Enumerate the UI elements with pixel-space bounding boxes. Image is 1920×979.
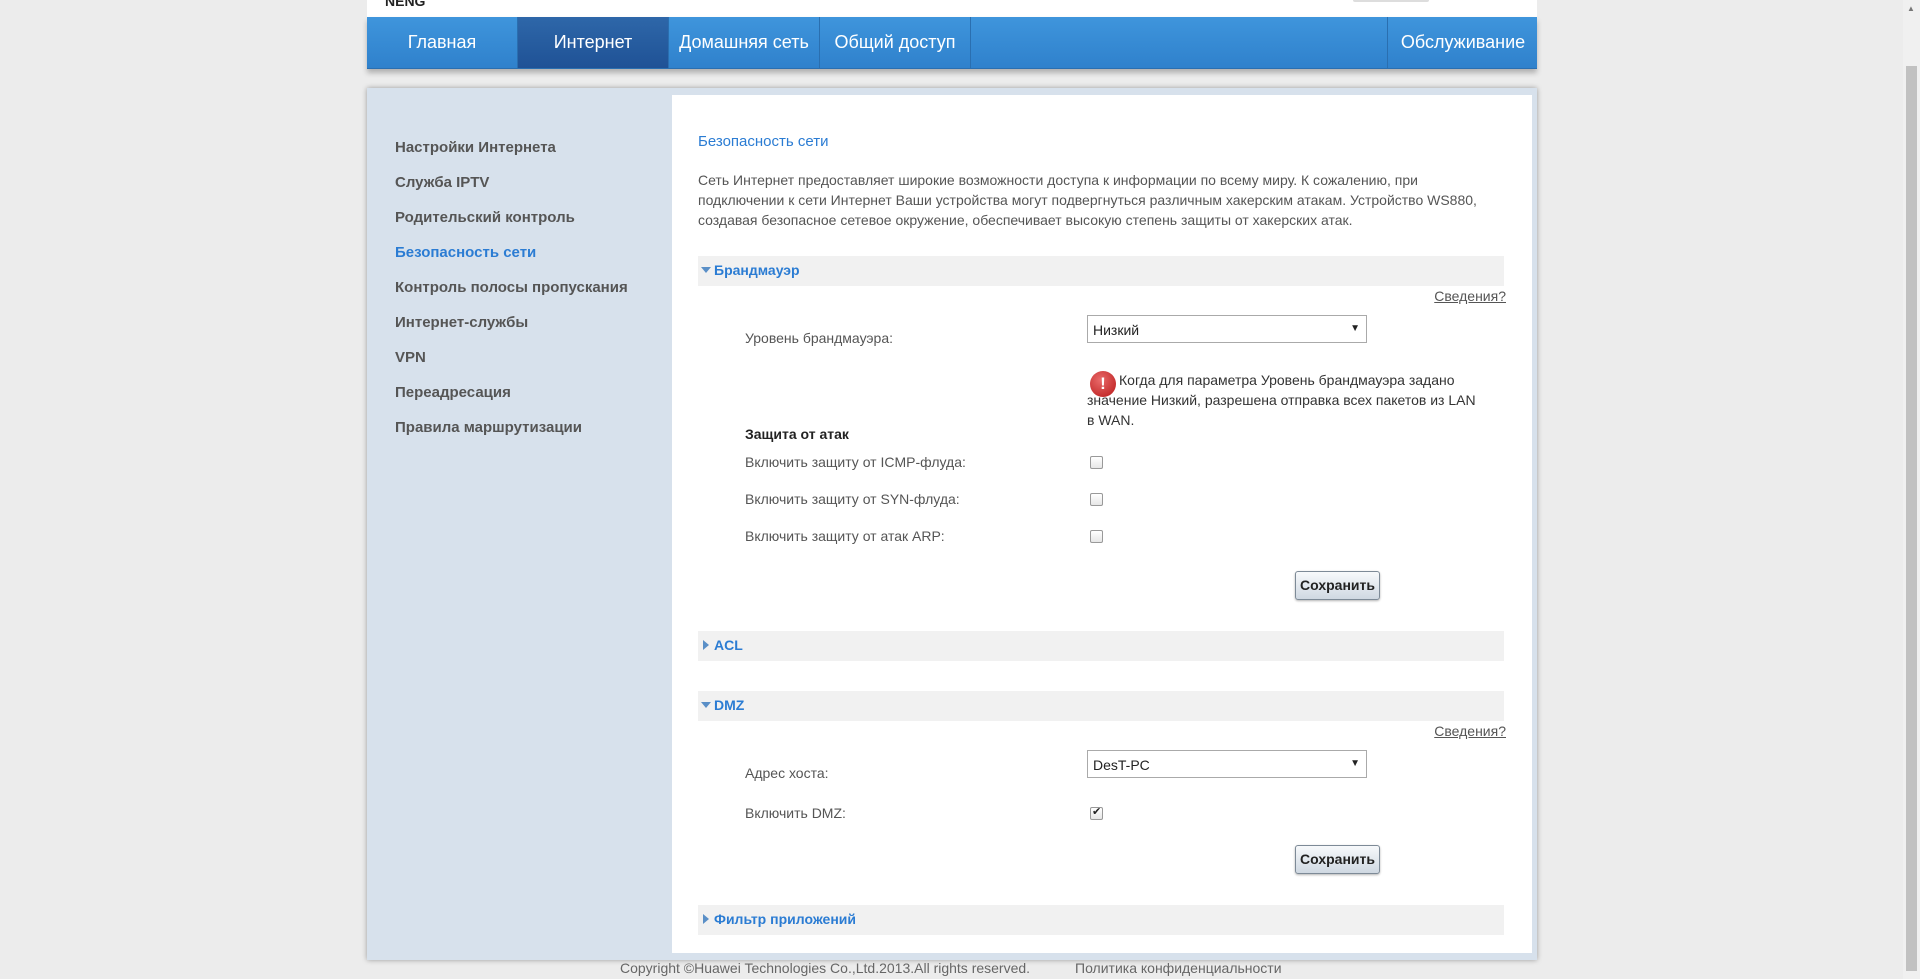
page-scrollbar[interactable]: ▲ <box>1903 0 1920 979</box>
attack-protection-title: Защита от атак <box>745 426 849 442</box>
privacy-policy-link[interactable]: Политика конфиденциальности <box>1075 960 1282 976</box>
tab-home-network[interactable]: Домашняя сеть <box>669 17 820 68</box>
dmz-host-label: Адрес хоста: <box>745 765 829 781</box>
section-dmz[interactable]: DMZ <box>698 691 1504 721</box>
dmz-help-link[interactable]: Сведения? <box>1434 723 1506 739</box>
tab-maintenance[interactable]: Обслуживание <box>1387 17 1538 68</box>
main-nav: Главная Интернет Домашняя сеть Общий дос… <box>367 17 1537 69</box>
section-app-filter[interactable]: Фильтр приложений <box>698 905 1504 935</box>
dmz-enable-checkbox[interactable] <box>1090 805 1103 820</box>
tab-home[interactable]: Главная <box>367 17 518 68</box>
sidebar-item-iptv[interactable]: Служба IPTV <box>395 173 628 208</box>
arp-attack-label: Включить защиту от атак ARP: <box>745 528 945 544</box>
tab-sharing[interactable]: Общий доступ <box>820 17 971 68</box>
firewall-level-select[interactable]: Низкий ▼ <box>1087 315 1367 343</box>
firewall-help-link[interactable]: Сведения? <box>1434 288 1506 304</box>
top-strip: NENG <box>367 0 1537 17</box>
dropdown-caret-icon: ▼ <box>1350 758 1360 769</box>
brand-logo: NENG <box>385 0 426 9</box>
dropdown-caret-icon: ▼ <box>1350 323 1360 334</box>
triangle-right-icon <box>703 640 709 650</box>
firewall-warning-text: Когда для параметра Уровень брандмауэра … <box>1087 372 1476 428</box>
settings-panel: Настройки Интернета Служба IPTV Родитель… <box>367 88 1537 960</box>
tab-internet[interactable]: Интернет <box>518 17 669 68</box>
dmz-save-button[interactable]: Сохранить <box>1295 845 1380 874</box>
sidebar-item-bandwidth-control[interactable]: Контроль полосы пропускания <box>395 278 628 313</box>
sidebar-item-internet-services[interactable]: Интернет-службы <box>395 313 628 348</box>
icmp-flood-checkbox[interactable] <box>1090 456 1103 469</box>
section-firewall-label: Брандмауэр <box>714 262 800 278</box>
sidebar: Настройки Интернета Служба IPTV Родитель… <box>395 138 628 453</box>
page-description: Сеть Интернет предоставляет широкие возм… <box>698 172 1477 228</box>
dmz-enable-label: Включить DMZ: <box>745 805 846 821</box>
sidebar-item-internet-settings[interactable]: Настройки Интернета <box>395 138 628 173</box>
section-acl-label: ACL <box>714 637 743 653</box>
dmz-host-select[interactable]: DesT-PC ▼ <box>1087 750 1367 778</box>
sidebar-item-vpn[interactable]: VPN <box>395 348 628 383</box>
sidebar-item-routing-rules[interactable]: Правила маршрутизации <box>395 418 628 453</box>
firewall-save-button[interactable]: Сохранить <box>1295 571 1380 600</box>
scroll-up-icon[interactable]: ▲ <box>1907 4 1915 13</box>
triangle-down-icon <box>701 702 711 708</box>
footer-copyright: Copyright ©Huawei Technologies Co.,Ltd.2… <box>620 960 1031 976</box>
icmp-flood-label: Включить защиту от ICMP-флуда: <box>745 454 966 470</box>
sidebar-item-parental-control[interactable]: Родительский контроль <box>395 208 628 243</box>
triangle-right-icon <box>703 914 709 924</box>
arp-attack-checkbox[interactable] <box>1090 530 1103 543</box>
triangle-down-icon <box>701 267 711 273</box>
top-pill <box>1353 0 1429 2</box>
firewall-level-value: Низкий <box>1093 322 1140 338</box>
sidebar-item-network-security[interactable]: Безопасность сети <box>395 243 628 278</box>
dmz-host-value: DesT-PC <box>1093 757 1150 773</box>
section-dmz-label: DMZ <box>714 697 745 713</box>
section-app-filter-label: Фильтр приложений <box>714 911 857 927</box>
page-title: Безопасность сети <box>698 133 829 150</box>
sidebar-item-forwarding[interactable]: Переадресация <box>395 383 628 418</box>
scrollbar-thumb[interactable] <box>1906 66 1917 971</box>
syn-flood-checkbox[interactable] <box>1090 493 1103 506</box>
firewall-level-label: Уровень брандмауэра: <box>745 330 894 346</box>
section-acl[interactable]: ACL <box>698 631 1504 661</box>
section-firewall[interactable]: Брандмауэр <box>698 256 1504 286</box>
syn-flood-label: Включить защиту от SYN-флуда: <box>745 491 960 507</box>
content-area: Безопасность сети Сеть Интернет предоста… <box>672 95 1532 953</box>
